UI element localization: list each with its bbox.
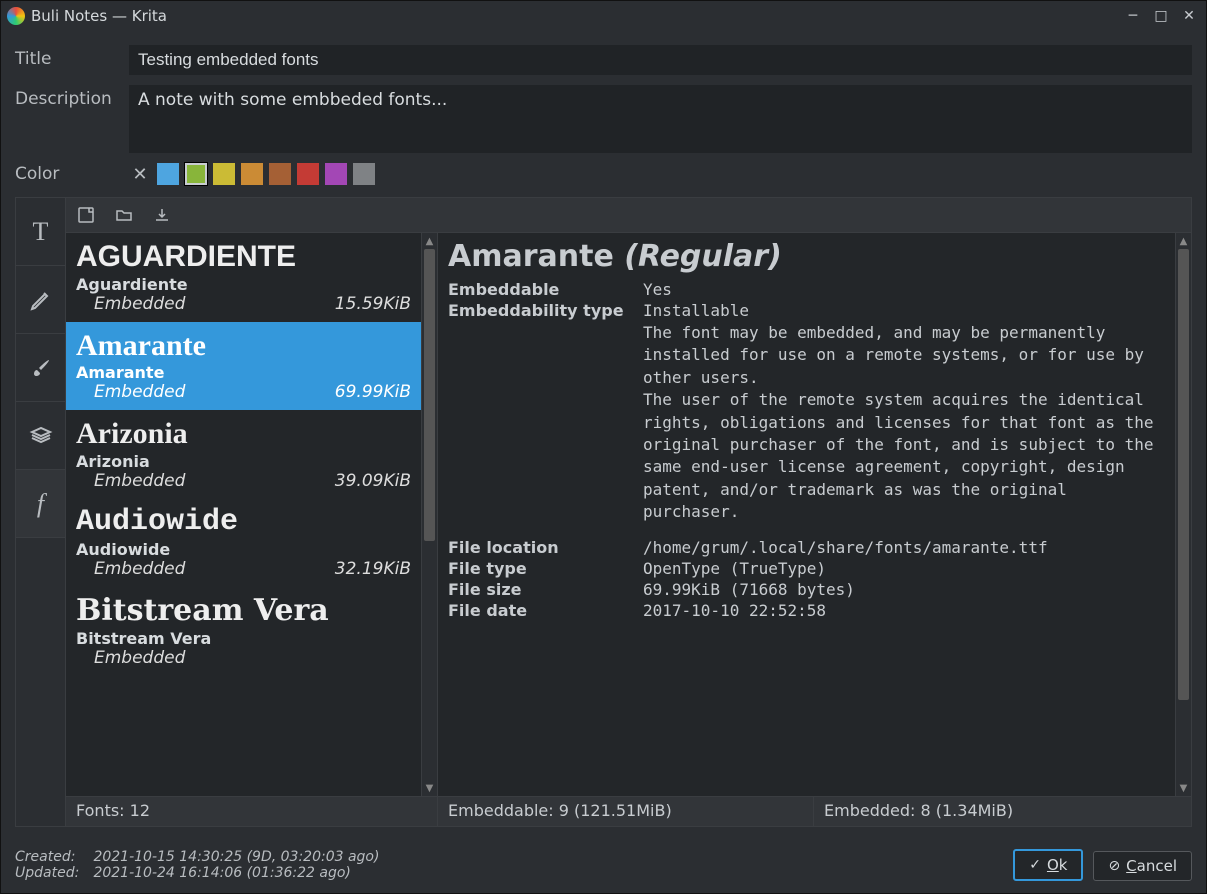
font-list-item[interactable]: AGUARDIENTE AguardienteEmbedded 15.59KiB bbox=[66, 233, 421, 322]
color-swatches: ✕ bbox=[129, 163, 375, 185]
folder-icon[interactable] bbox=[114, 205, 134, 225]
font-list-item[interactable]: AmaranteAmaranteEmbedded69.99KiB bbox=[66, 322, 421, 411]
embed-type-value: Installable bbox=[643, 301, 1165, 320]
tab-draw[interactable] bbox=[16, 266, 65, 334]
close-button[interactable]: ✕ bbox=[1178, 5, 1200, 27]
created-value: 2021-10-15 14:30:25 (9D, 03:20:03 ago) bbox=[93, 849, 379, 865]
app-icon bbox=[7, 7, 25, 25]
font-preview: Audiowide bbox=[76, 507, 411, 539]
font-size: 32.19KiB bbox=[335, 559, 411, 579]
tab-text[interactable]: T bbox=[16, 198, 65, 266]
font-list-item[interactable]: Bitstream VeraBitstream VeraEmbedded bbox=[66, 587, 421, 676]
color-label: Color bbox=[15, 164, 117, 184]
font-name: Arizonia bbox=[76, 452, 411, 471]
updated-value: 2021-10-24 16:14:06 (01:36:22 ago) bbox=[93, 865, 350, 881]
title-label: Title bbox=[15, 45, 117, 69]
color-swatch[interactable] bbox=[157, 163, 179, 185]
font-state: Embedded bbox=[94, 471, 185, 491]
description-label: Description bbox=[15, 85, 117, 109]
created-label: Created: bbox=[15, 849, 89, 865]
tab-layers[interactable] bbox=[16, 402, 65, 470]
file-location-label: File location bbox=[448, 538, 643, 557]
description-input[interactable]: A note with some embbeded fonts... bbox=[129, 85, 1192, 153]
tab-brush[interactable] bbox=[16, 334, 65, 402]
embeddable-value: Yes bbox=[643, 280, 1165, 299]
pencil-icon bbox=[29, 288, 53, 312]
scroll-up-icon[interactable]: ▲ bbox=[1176, 233, 1191, 249]
check-icon: ✓ bbox=[1029, 857, 1041, 873]
font-size: 15.59KiB bbox=[335, 294, 411, 314]
scroll-down-icon[interactable]: ▼ bbox=[422, 780, 437, 796]
download-icon[interactable] bbox=[152, 205, 172, 225]
font-preview: Bitstream Vera bbox=[76, 595, 411, 627]
prohibit-icon: ⊘ bbox=[1108, 858, 1120, 874]
details-scrollbar[interactable]: ▲ ▼ bbox=[1175, 233, 1191, 796]
updated-label: Updated: bbox=[15, 865, 89, 881]
minimize-button[interactable]: ─ bbox=[1122, 5, 1144, 27]
embed-desc-1: The font may be embedded, and may be per… bbox=[643, 322, 1165, 389]
file-type-label: File type bbox=[448, 559, 643, 578]
font-list[interactable]: AGUARDIENTEAguardienteEmbedded15.59KiBAm… bbox=[66, 233, 421, 796]
file-date-value: 2017-10-10 22:52:58 bbox=[643, 601, 1165, 620]
embed-desc-2: The user of the remote system acquires t… bbox=[643, 389, 1165, 523]
color-swatch[interactable] bbox=[269, 163, 291, 185]
file-size-value: 69.99KiB (71668 bytes) bbox=[643, 580, 1165, 599]
color-swatch[interactable] bbox=[325, 163, 347, 185]
layers-icon bbox=[29, 424, 53, 448]
font-state: Embedded bbox=[94, 382, 185, 402]
font-list-scrollbar[interactable]: ▲ ▼ bbox=[421, 233, 437, 796]
font-name: Bitstream Vera bbox=[76, 629, 411, 648]
status-fonts: Fonts: 12 bbox=[66, 797, 438, 826]
status-embeddable: Embeddable: 9 (121.51MiB) bbox=[438, 797, 814, 826]
font-size: 69.99KiB bbox=[335, 382, 411, 402]
embeddable-label: Embeddable bbox=[448, 280, 643, 299]
font-preview: Arizonia bbox=[76, 418, 411, 450]
color-swatch[interactable] bbox=[297, 163, 319, 185]
font-name: Aguardiente bbox=[76, 275, 411, 294]
brush-icon bbox=[29, 356, 53, 380]
font-state: Embedded bbox=[94, 294, 185, 314]
font-preview: AGUARDIENTE bbox=[76, 241, 411, 273]
font-name: Audiowide bbox=[76, 540, 411, 559]
font-details: Amarante (Regular) EmbeddableYes Embedda… bbox=[438, 233, 1175, 796]
cancel-button[interactable]: ⊘ CancelCancel bbox=[1093, 851, 1192, 881]
window-title: Buli Notes — Krita bbox=[31, 7, 1116, 25]
no-color-icon[interactable]: ✕ bbox=[129, 163, 151, 185]
file-date-label: File date bbox=[448, 601, 643, 620]
color-swatch[interactable] bbox=[353, 163, 375, 185]
scroll-up-icon[interactable]: ▲ bbox=[422, 233, 437, 249]
file-size-label: File size bbox=[448, 580, 643, 599]
status-embedded: Embedded: 8 (1.34MiB) bbox=[814, 797, 1191, 826]
color-swatch[interactable] bbox=[241, 163, 263, 185]
font-detail-title: Amarante (Regular) bbox=[448, 239, 1165, 274]
font-toolbar bbox=[66, 198, 1191, 232]
title-input[interactable] bbox=[129, 45, 1192, 75]
color-swatch[interactable] bbox=[185, 163, 207, 185]
font-state: Embedded bbox=[94, 648, 185, 668]
font-list-item[interactable]: AudiowideAudiowideEmbedded32.19KiB bbox=[66, 499, 421, 588]
font-name: Amarante bbox=[76, 363, 411, 382]
file-type-value: OpenType (TrueType) bbox=[643, 559, 1165, 578]
font-list-item[interactable]: ArizoniaArizoniaEmbedded39.09KiB bbox=[66, 410, 421, 499]
font-preview: Amarante bbox=[76, 330, 411, 362]
color-swatch[interactable] bbox=[213, 163, 235, 185]
timestamps: Created: 2021-10-15 14:30:25 (9D, 03:20:… bbox=[15, 849, 1003, 881]
font-state: Embedded bbox=[94, 559, 185, 579]
note-icon[interactable] bbox=[76, 205, 96, 225]
scroll-down-icon[interactable]: ▼ bbox=[1176, 780, 1191, 796]
ok-button[interactable]: ✓ OOkk bbox=[1013, 849, 1083, 881]
embed-type-label: Embeddability type bbox=[448, 301, 643, 320]
maximize-button[interactable]: □ bbox=[1150, 5, 1172, 27]
tab-fonts[interactable]: f bbox=[16, 470, 65, 538]
titlebar: Buli Notes — Krita ─ □ ✕ bbox=[1, 1, 1206, 31]
file-location-value: /home/grum/.local/share/fonts/amarante.t… bbox=[643, 538, 1165, 557]
font-size: 39.09KiB bbox=[335, 471, 411, 491]
